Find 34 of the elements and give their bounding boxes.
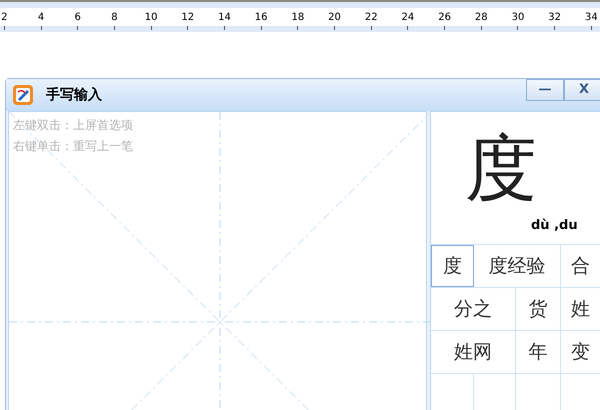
close-button[interactable]: X <box>564 79 600 101</box>
ruler-number: 4 <box>38 12 44 24</box>
hint-text: 左键双击：上屏首选项 <box>13 117 134 134</box>
ruler-number: 30 <box>512 12 524 24</box>
ruler-number: 16 <box>254 12 268 24</box>
pinyin-text: dù ,du <box>531 218 578 234</box>
character-preview: 度 <box>465 125 537 212</box>
minimize-button[interactable]: — <box>526 79 564 101</box>
candidate-item[interactable]: 姓网 <box>431 331 516 373</box>
ruler-number: 34 <box>584 12 598 24</box>
pen-app-icon <box>12 84 34 106</box>
ruler-number: 26 <box>438 12 451 24</box>
candidate-item[interactable]: 年 <box>516 331 561 373</box>
window-title: 手写输入 <box>46 86 102 104</box>
ruler-number: 20 <box>328 12 341 24</box>
ruler-number: 2 <box>1 12 8 24</box>
candidate-item[interactable]: 姓 <box>561 288 600 330</box>
candidate-item[interactable]: 分之 <box>431 288 516 330</box>
candidate-item[interactable]: 度 <box>431 245 474 287</box>
ruler-number: 8 <box>111 12 118 24</box>
ruler-number: 28 <box>474 12 488 24</box>
ruler-number: 6 <box>74 12 81 24</box>
ruler-number: 14 <box>218 12 231 24</box>
ruler-number: 10 <box>144 12 158 24</box>
candidate-item[interactable]: 货 <box>516 288 561 330</box>
candidate-item[interactable]: 变 <box>561 331 600 373</box>
ruler-number: 24 <box>402 12 414 24</box>
hint-text: 右键单击：重写上一笔 <box>13 138 134 155</box>
ruler-number: 22 <box>364 12 378 24</box>
ruler-number: 12 <box>181 12 194 24</box>
candidate-item[interactable]: 合 <box>561 245 600 287</box>
ruler-number: 32 <box>548 12 562 24</box>
ruler-number: 18 <box>291 12 304 24</box>
candidate-item[interactable]: 度经验 <box>474 245 561 287</box>
